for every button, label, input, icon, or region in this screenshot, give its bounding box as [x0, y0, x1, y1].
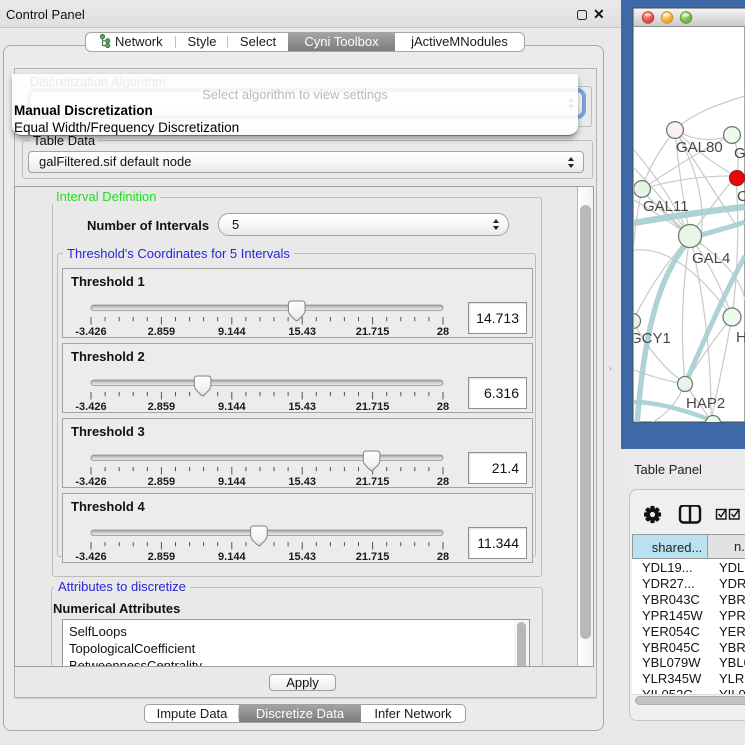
- svg-text:-3.426: -3.426: [75, 551, 106, 563]
- svg-text:GAL80: GAL80: [676, 139, 723, 156]
- svg-text:28: 28: [437, 551, 449, 563]
- svg-text:9.144: 9.144: [218, 326, 246, 338]
- svg-text:2.859: 2.859: [148, 551, 176, 563]
- svg-text:-3.426: -3.426: [75, 326, 106, 338]
- svg-text:9.144: 9.144: [218, 551, 246, 563]
- svg-text:28: 28: [437, 401, 449, 413]
- svg-text:-3.426: -3.426: [75, 476, 106, 488]
- svg-text:21.715: 21.715: [356, 476, 390, 488]
- svg-text:15.43: 15.43: [288, 476, 316, 488]
- svg-text:HI: HI: [736, 329, 745, 346]
- svg-text:GCY1: GCY1: [630, 330, 671, 347]
- svg-text:15.43: 15.43: [288, 551, 316, 563]
- svg-text:9.144: 9.144: [218, 476, 246, 488]
- svg-text:GAL11: GAL11: [643, 198, 689, 215]
- svg-text:2.859: 2.859: [148, 476, 176, 488]
- svg-text:HAP2: HAP2: [686, 395, 725, 412]
- svg-text:2.859: 2.859: [148, 326, 176, 338]
- svg-text:28: 28: [437, 476, 449, 488]
- svg-text:15.43: 15.43: [288, 326, 316, 338]
- svg-text:9.144: 9.144: [218, 401, 246, 413]
- svg-text:-3.426: -3.426: [75, 401, 106, 413]
- svg-text:21.715: 21.715: [356, 551, 390, 563]
- svg-text:GAL: GAL: [734, 145, 745, 162]
- svg-text:21.715: 21.715: [356, 401, 390, 413]
- svg-text:28: 28: [437, 326, 449, 338]
- svg-text:GAL4: GAL4: [692, 250, 730, 267]
- svg-text:CR: CR: [737, 188, 745, 205]
- svg-text:15.43: 15.43: [288, 401, 316, 413]
- svg-text:21.715: 21.715: [356, 326, 390, 338]
- svg-text:2.859: 2.859: [148, 401, 176, 413]
